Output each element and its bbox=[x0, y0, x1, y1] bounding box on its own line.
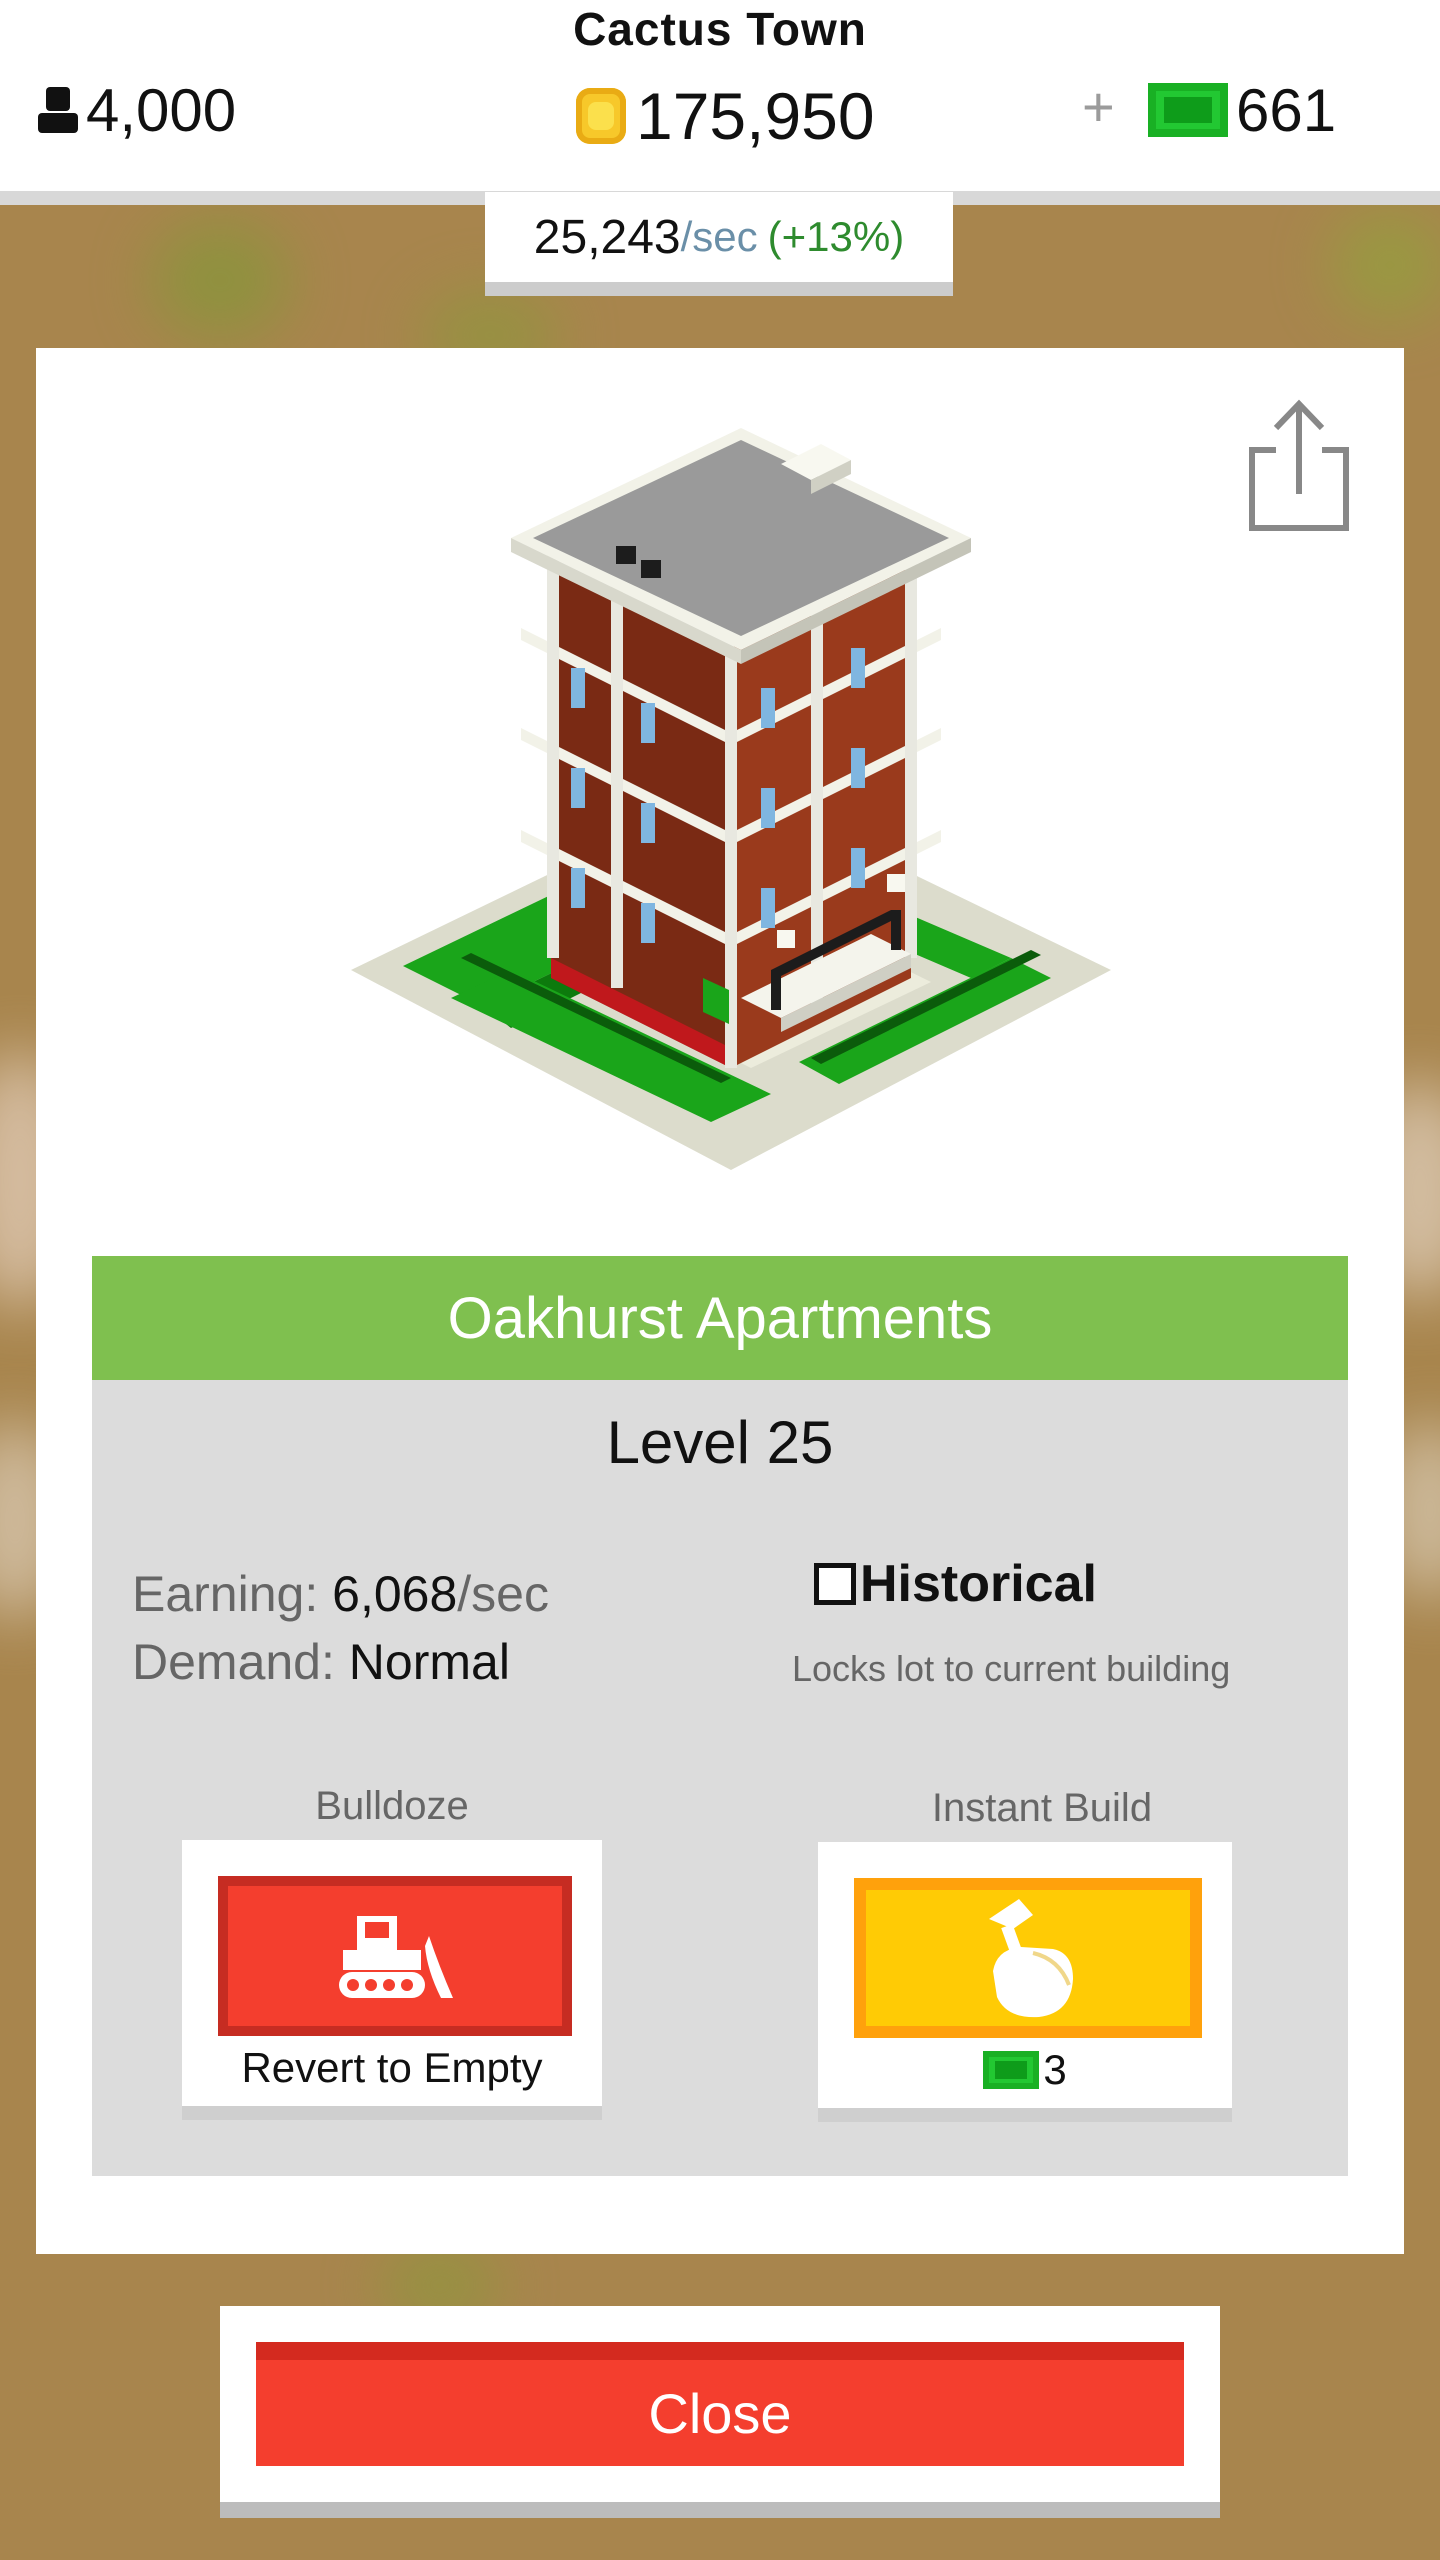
demand-label: Demand: bbox=[132, 1634, 335, 1690]
hammer-hand-icon bbox=[989, 1899, 1073, 2018]
bulldozer-icon bbox=[339, 1916, 453, 1998]
building-stats: Earning: 6,068/sec Demand: Normal bbox=[132, 1560, 549, 1696]
building-illustration bbox=[351, 428, 1111, 1170]
map-background bbox=[150, 220, 290, 340]
earning-value: 6,068 bbox=[332, 1566, 458, 1622]
building-name: Oakhurst Apartments bbox=[92, 1256, 1348, 1380]
historical-description: Locks lot to current building bbox=[792, 1648, 1231, 1689]
earning-unit: /sec bbox=[457, 1566, 549, 1622]
cash-value: 661 bbox=[1236, 76, 1337, 144]
building-panel: Oakhurst Apartments Level 25 Earning: 6,… bbox=[36, 348, 1404, 2254]
top-hud: Cactus Town 4,000 175,950 + 661 bbox=[0, 0, 1440, 205]
share-icon[interactable] bbox=[1246, 398, 1356, 533]
historical-toggle[interactable]: Historical bbox=[814, 1554, 1097, 1614]
earning-label: Earning: bbox=[132, 1566, 319, 1622]
map-background bbox=[1330, 210, 1440, 320]
cash-icon bbox=[1148, 83, 1228, 137]
demand-row: Demand: Normal bbox=[132, 1628, 549, 1696]
population-counter[interactable]: 4,000 bbox=[36, 70, 236, 150]
population-value: 4,000 bbox=[86, 76, 237, 144]
demand-value: Normal bbox=[348, 1634, 510, 1690]
person-icon bbox=[38, 87, 78, 133]
bulldoze-button[interactable] bbox=[218, 1876, 572, 2036]
income-rate-tab[interactable]: 25,243 /sec (+13%) bbox=[485, 192, 953, 296]
coin-icon bbox=[576, 88, 626, 144]
instant-build-cost-value: 3 bbox=[1043, 2046, 1067, 2093]
instant-build-title: Instant Build bbox=[931, 1786, 1153, 1830]
cash-icon bbox=[983, 2051, 1040, 2089]
coin-counter[interactable]: 175,950 bbox=[576, 76, 875, 156]
coin-value: 175,950 bbox=[636, 79, 875, 153]
town-name[interactable]: Cactus Town bbox=[0, 2, 1440, 56]
instant-build-button[interactable] bbox=[854, 1878, 1202, 2038]
instant-build-cost: 3 bbox=[818, 2046, 1232, 2094]
income-bonus: (+13%) bbox=[767, 213, 905, 260]
historical-checkbox[interactable] bbox=[814, 1563, 856, 1605]
bulldoze-title: Bulldoze bbox=[315, 1784, 469, 1828]
buy-cash-plus[interactable]: + bbox=[1082, 74, 1115, 139]
close-card: Close bbox=[220, 2306, 1220, 2518]
income-rate-unit: /sec bbox=[680, 213, 758, 260]
earning-row: Earning: 6,068/sec bbox=[132, 1560, 549, 1628]
bulldoze-card[interactable]: Revert to Empty bbox=[182, 1840, 602, 2120]
cash-counter[interactable]: 661 bbox=[1148, 70, 1336, 150]
historical-label: Historical bbox=[860, 1555, 1097, 1613]
bulldoze-label: Revert to Empty bbox=[241, 2044, 543, 2091]
building-level: Level 25 bbox=[606, 1409, 834, 1476]
instant-build-card[interactable]: 3 bbox=[818, 1842, 1232, 2122]
close-button[interactable]: Close bbox=[256, 2342, 1184, 2466]
income-rate-value: 25,243 bbox=[533, 210, 681, 264]
